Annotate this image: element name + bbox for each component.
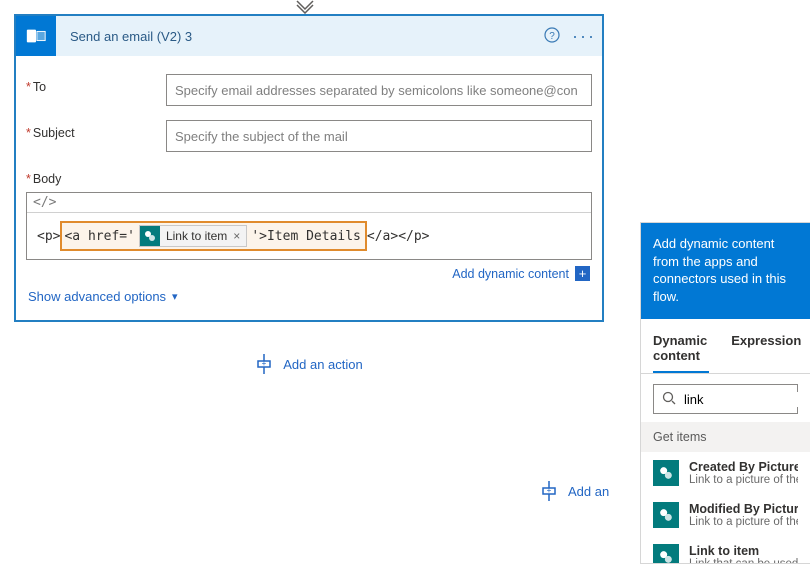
outlook-icon <box>16 16 56 56</box>
body-label: *Body <box>26 166 592 186</box>
send-email-card: Send an email (V2) 3 ? ··· *To *Subject … <box>14 14 604 322</box>
token-remove-icon[interactable]: × <box>233 229 240 243</box>
dynamic-item-title: Link to item <box>689 544 798 558</box>
subject-row: *Subject <box>26 120 592 152</box>
sharepoint-icon <box>140 226 160 246</box>
dynamic-item-modified-by-picture[interactable]: Modified By Picture Link to a picture of… <box>641 494 810 536</box>
to-input[interactable] <box>166 74 592 106</box>
show-advanced-options-link[interactable]: Show advanced options ▾ <box>26 285 592 312</box>
dynamic-item-link-to-item[interactable]: Link to item Link that can be used to op… <box>641 536 810 564</box>
svg-text:+: + <box>547 486 552 495</box>
body-editor[interactable]: </> <p> <a href=' Link to item × <box>26 192 592 260</box>
help-icon[interactable]: ? <box>538 27 566 46</box>
dynamic-item-subtitle: Link to a picture of the user <box>689 516 798 528</box>
subject-label: *Subject <box>26 120 166 140</box>
to-row: *To <box>26 74 592 106</box>
sharepoint-icon <box>653 544 679 564</box>
dynamic-content-search-input[interactable] <box>684 392 810 407</box>
body-content[interactable]: <p> <a href=' Link to item × '>Item Deta… <box>27 213 591 259</box>
add-action-button[interactable]: + Add an action <box>14 354 604 374</box>
add-dynamic-content-link[interactable]: Add dynamic content + <box>452 266 590 281</box>
dynamic-content-tabs: Dynamic content Expression <box>641 325 810 374</box>
search-icon <box>662 391 676 408</box>
body-highlight: <a href=' Link to item × '>Item Details <box>60 221 366 251</box>
chevron-down-icon: ▾ <box>172 290 178 303</box>
card-header[interactable]: Send an email (V2) 3 ? ··· <box>16 16 602 56</box>
plus-icon: + <box>575 266 590 281</box>
sharepoint-icon <box>653 502 679 528</box>
more-menu-icon[interactable]: ··· <box>566 26 602 47</box>
svg-text:?: ? <box>549 31 555 42</box>
dynamic-item-subtitle: Link to a picture of the user <box>689 474 798 486</box>
dynamic-item-subtitle: Link that can be used to open the item <box>689 558 798 564</box>
to-label: *To <box>26 74 166 94</box>
sharepoint-icon <box>653 460 679 486</box>
dynamic-content-panel: Add dynamic content from the apps and co… <box>640 222 810 564</box>
svg-text:+: + <box>262 359 267 368</box>
card-title: Send an email (V2) 3 <box>56 29 538 44</box>
dynamic-content-search[interactable] <box>653 384 798 414</box>
dynamic-content-banner: Add dynamic content from the apps and co… <box>641 223 810 319</box>
insert-step-icon: + <box>540 481 558 501</box>
tab-expression[interactable]: Expression <box>731 325 803 373</box>
code-view-icon[interactable]: </> <box>27 193 591 213</box>
token-label: Link to item <box>166 229 227 243</box>
subject-input[interactable] <box>166 120 592 152</box>
dynamic-token-link-to-item[interactable]: Link to item × <box>139 225 247 247</box>
dynamic-item-title: Created By Picture <box>689 460 798 474</box>
body-text: <p> <box>37 229 60 244</box>
insert-step-icon: + <box>255 354 273 374</box>
dynamic-content-group-header: Get items <box>641 422 810 452</box>
dynamic-item-title: Modified By Picture <box>689 502 798 516</box>
dynamic-item-created-by-picture[interactable]: Created By Picture Link to a picture of … <box>641 452 810 494</box>
tab-dynamic-content[interactable]: Dynamic content <box>653 325 709 373</box>
